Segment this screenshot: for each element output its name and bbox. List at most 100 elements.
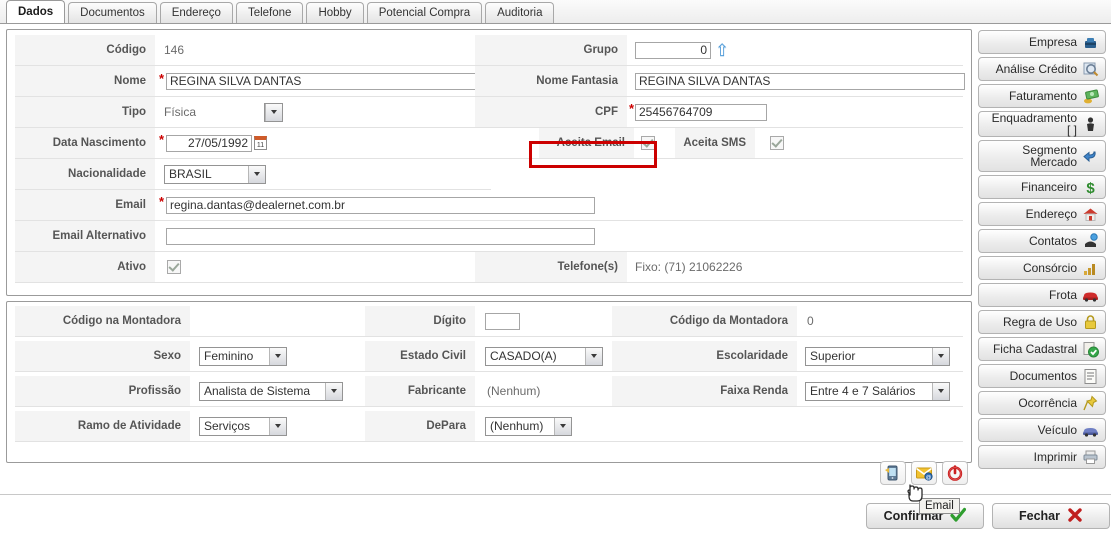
grupo-lookup-arrow-icon[interactable]: ⇧ [715,42,729,59]
customer-registration-window: Dados Documentos Endereço Telefone Hobby… [0,0,1111,535]
sidebar-item-label: Regra de Uso [1002,315,1077,329]
digito-input[interactable] [485,312,520,330]
field-tipo: Física [164,97,283,127]
sidebar-item-frota[interactable]: Frota [978,283,1106,307]
label-profissao: Profissão [15,376,190,406]
email-alternativo-input[interactable] [166,227,595,245]
sidebar-item-analise-credito[interactable]: Análise Crédito [978,57,1106,81]
sidebar-item-imprimir[interactable]: Imprimir [978,445,1106,469]
depara-value: (Nenhum) [490,419,544,433]
phone-icon [1082,232,1099,250]
data-nascimento-input[interactable] [166,134,252,152]
grupo-input[interactable] [635,41,711,59]
nacionalidade-dropdown[interactable]: BRASIL [164,164,266,184]
email-input[interactable] [166,196,595,214]
sidebar-item-label: Análise Crédito [995,62,1077,76]
field-nacionalidade: BRASIL [164,159,266,189]
nome-input[interactable] [166,72,496,90]
sidebar-item-financeiro[interactable]: Financeiro $ [978,175,1106,199]
sidebar-item-faturamento[interactable]: Faturamento [978,84,1106,108]
estado-civil-value: CASADO(A) [490,349,557,363]
sidebar-item-contatos[interactable]: Contatos [978,229,1106,253]
aceita-sms-checkbox[interactable] [770,136,784,150]
sexo-dropdown[interactable]: Feminino [199,346,287,366]
ativo-checkbox[interactable] [167,260,181,274]
tab-dados[interactable]: Dados [6,0,66,23]
label-sexo: Sexo [15,341,190,371]
sidebar-item-documentos[interactable]: Documentos [978,364,1106,388]
profissao-value: Analista de Sistema [204,384,311,398]
field-nome-fantasia [635,66,965,96]
sidebar-item-ficha-cadastral[interactable]: Ficha Cadastral [978,337,1106,361]
power-icon[interactable] [942,461,968,485]
label-faixa-renda: Faixa Renda [612,376,797,406]
aceita-email-checkbox[interactable] [641,136,655,150]
pushpin-icon [1082,395,1099,412]
sidebar-item-segmento-mercado[interactable]: Segmento Mercado [978,140,1106,172]
cpf-input[interactable] [635,103,767,121]
ramo-atividade-value: Serviços [204,419,251,433]
field-estado-civil: CASADO(A) [485,341,603,371]
field-ativo [167,252,181,282]
estado-civil-dropdown[interactable]: CASADO(A) [485,346,603,366]
chevron-down-icon [932,347,949,365]
sidebar-actions: Empresa Análise Crédito Faturamento Enqu… [978,30,1108,472]
label-estado-civil: Estado Civil [365,341,475,371]
magnifier-icon [1082,61,1099,78]
tab-telefone[interactable]: Telefone [235,2,304,23]
sidebar-item-endereco[interactable]: Endereço [978,202,1106,226]
tab-label: Dados [18,6,54,18]
sidebar-item-label: Ficha Cadastral [992,342,1077,356]
row-codigo-montadora: Código na Montadora Dígito Código da Mon… [7,306,971,337]
chart-icon [1082,260,1099,277]
sidebar-item-ocorrencia[interactable]: Ocorrência [978,391,1106,415]
sidebar-item-empresa[interactable]: Empresa [978,30,1106,54]
tipo-dropdown[interactable] [264,102,283,122]
calendar-icon[interactable]: 11 [254,136,267,150]
label-cpf: CPF [475,97,627,127]
tab-documentos[interactable]: Documentos [68,2,157,23]
value-telefones: Fixo: (71) 21062226 [635,260,743,274]
escolaridade-dropdown[interactable]: Superior [805,346,950,366]
value-codigo-da-montadora: 0 [807,314,814,328]
nome-fantasia-input[interactable] [635,72,965,90]
complementary-data-panel: Código na Montadora Dígito Código da Mon… [6,301,972,463]
faixa-renda-dropdown[interactable]: Entre 4 e 7 Salários [805,381,950,401]
label-ramo-de-atividade: Ramo de Atividade [15,411,190,441]
sidebar-item-regra-de-uso[interactable]: Regra de Uso [978,310,1106,334]
sidebar-item-consorcio[interactable]: Consórcio [978,256,1106,280]
close-button[interactable]: Fechar [992,503,1110,529]
sidebar-item-enquadramento[interactable]: Enquadramento [ ] [978,111,1106,137]
sidebar-item-veiculo[interactable]: Veículo [978,418,1106,442]
nacionalidade-value: BRASIL [169,167,212,181]
sidebar-item-label: Endereço [1025,207,1077,221]
depara-dropdown[interactable]: (Nenhum) [485,416,572,436]
red-car-icon [1082,287,1099,304]
close-button-label: Fechar [1019,509,1060,523]
personal-data-panel: Código 146 Grupo ⇧ Nome * Nome Fantasia [6,29,972,296]
tab-hobby[interactable]: Hobby [306,2,364,23]
field-digito [485,306,520,336]
tab-auditoria[interactable]: Auditoria [485,2,555,23]
tab-potencial-compra[interactable]: Potencial Compra [366,2,483,23]
label-codigo-da-montadora: Código da Montadora [612,306,797,336]
briefcase-icon [1082,34,1099,51]
chevron-down-icon [585,347,602,365]
sms-icon[interactable] [880,461,906,485]
faixa-renda-value: Entre 4 e 7 Salários [810,384,916,398]
label-aceita-email: Aceita Email [539,128,634,158]
field-depara: (Nenhum) [485,411,572,441]
ramo-atividade-dropdown[interactable]: Serviços [199,416,287,436]
chevron-down-icon [269,347,286,365]
label-nacionalidade: Nacionalidade [15,159,155,189]
tab-endereco[interactable]: Endereço [159,2,233,23]
dollar-icon: $ [1082,179,1099,197]
profissao-dropdown[interactable]: Analista de Sistema [199,381,343,401]
field-profissao: Analista de Sistema [199,376,343,406]
row-ativo-telefones: Ativo Telefone(s) Fixo: (71) 21062226 [7,252,971,283]
label-codigo: Código [15,35,155,65]
escolaridade-value: Superior [810,349,856,363]
sidebar-item-label: Empresa [1028,35,1077,49]
label-nome-fantasia: Nome Fantasia [475,66,627,96]
required-marker-cpf: * [629,101,635,116]
